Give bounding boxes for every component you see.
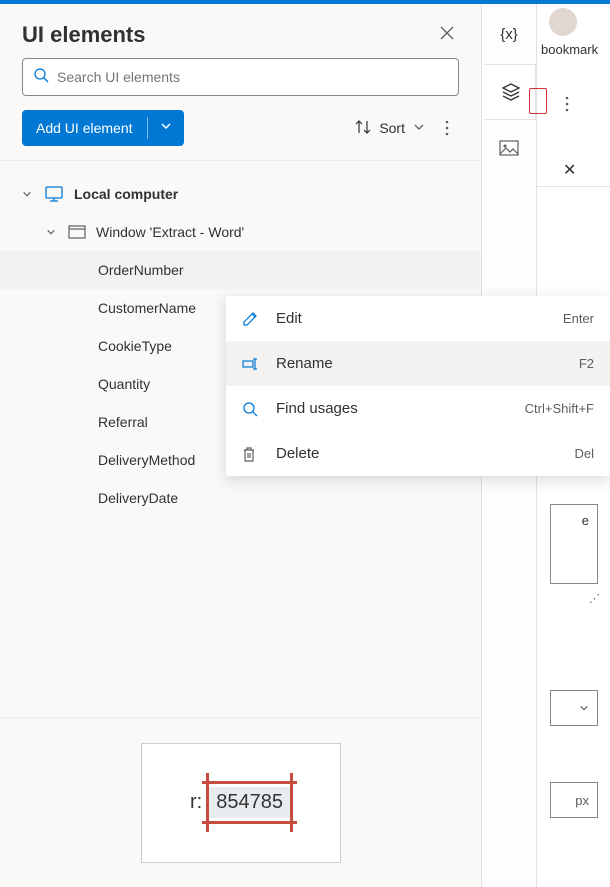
element-preview-pane: r: 854785 <box>0 717 481 887</box>
tree-root-local-computer[interactable]: Local computer <box>0 175 481 213</box>
px-field-partial[interactable]: px <box>550 782 598 818</box>
resize-handle-icon[interactable]: ⋰ <box>589 592 600 605</box>
window-icon <box>68 225 86 239</box>
search-box[interactable] <box>22 58 459 96</box>
trash-icon <box>242 446 264 462</box>
preview-thumbnail: r: 854785 <box>141 743 341 863</box>
chevron-down-icon <box>413 120 425 136</box>
context-menu-delete[interactable]: Delete Del <box>226 431 610 476</box>
tree-item-ordernumber[interactable]: OrderNumber <box>0 251 481 289</box>
search-icon <box>33 67 49 88</box>
dropdown-partial[interactable] <box>550 690 598 726</box>
chevron-down-icon <box>46 227 62 237</box>
avatar[interactable] <box>549 8 577 36</box>
chevron-down-icon <box>22 189 38 199</box>
red-outline-badge <box>529 88 547 114</box>
pencil-icon <box>242 311 264 327</box>
search-icon <box>242 401 264 417</box>
rename-icon <box>242 357 264 371</box>
sort-button[interactable]: Sort <box>355 119 425 138</box>
more-options-button[interactable] <box>435 120 459 136</box>
ui-elements-tab-icon[interactable] <box>482 64 536 120</box>
context-menu-find-usages[interactable]: Find usages Ctrl+Shift+F <box>226 386 610 431</box>
images-tab-icon[interactable] <box>482 120 536 176</box>
add-ui-element-button[interactable]: Add UI element <box>22 110 184 146</box>
text-field-partial[interactable]: e <box>550 504 598 584</box>
computer-icon <box>44 186 64 202</box>
tree-window-node[interactable]: Window 'Extract - Word' <box>0 213 481 251</box>
add-dropdown-chevron[interactable] <box>148 119 184 137</box>
context-menu-edit[interactable]: Edit Enter <box>226 296 610 341</box>
sort-icon <box>355 119 371 138</box>
close-icon[interactable]: ✕ <box>563 160 576 180</box>
more-vertical-icon[interactable] <box>565 96 569 117</box>
highlighted-element: 854785 <box>208 787 291 818</box>
tree-item-deliverydate[interactable]: DeliveryDate <box>0 479 481 517</box>
context-menu-rename[interactable]: Rename F2 <box>226 341 610 386</box>
variables-tab-label[interactable]: {x} <box>482 4 536 64</box>
search-input[interactable] <box>57 69 448 85</box>
close-panel-button[interactable] <box>439 25 459 45</box>
context-menu: Edit Enter Rename F2 Find usages Ctrl+Sh… <box>226 296 610 476</box>
bookmark-text: bookmark <box>541 42 598 57</box>
panel-title: UI elements <box>22 22 146 48</box>
